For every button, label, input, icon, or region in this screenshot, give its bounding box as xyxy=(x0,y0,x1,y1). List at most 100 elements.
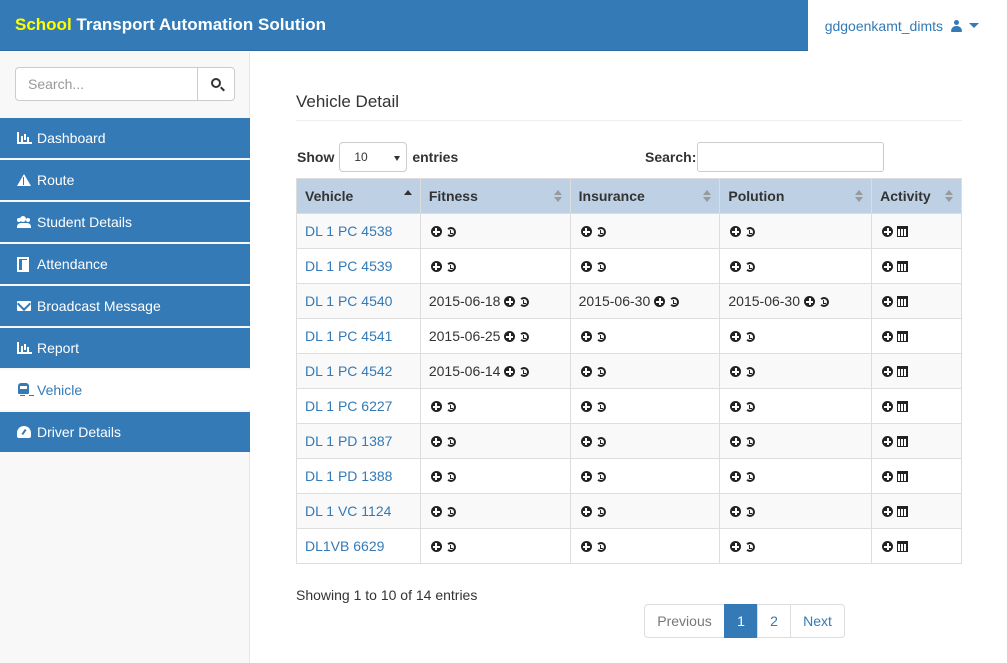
calendar-icon[interactable] xyxy=(897,506,909,517)
add-icon[interactable] xyxy=(730,331,742,342)
history-icon[interactable] xyxy=(445,472,456,482)
sidebar-item-route[interactable]: Route xyxy=(0,160,250,200)
add-icon[interactable] xyxy=(504,331,516,342)
history-icon[interactable] xyxy=(745,402,756,412)
history-icon[interactable] xyxy=(745,262,756,272)
add-icon[interactable] xyxy=(882,506,894,517)
add-icon[interactable] xyxy=(882,296,894,307)
pagination-page-1[interactable]: 1 xyxy=(724,604,758,638)
add-icon[interactable] xyxy=(580,506,592,517)
add-icon[interactable] xyxy=(730,366,742,377)
history-icon[interactable] xyxy=(595,332,606,342)
history-icon[interactable] xyxy=(519,332,530,342)
history-icon[interactable] xyxy=(595,542,606,552)
add-icon[interactable] xyxy=(882,331,894,342)
sidebar-search-button[interactable] xyxy=(197,67,235,101)
calendar-icon[interactable] xyxy=(897,261,909,272)
history-icon[interactable] xyxy=(745,507,756,517)
calendar-icon[interactable] xyxy=(897,436,909,447)
sidebar-item-attendance[interactable]: Attendance xyxy=(0,244,250,284)
add-icon[interactable] xyxy=(580,331,592,342)
vehicle-link[interactable]: DL 1 VC 1124 xyxy=(296,493,421,529)
add-icon[interactable] xyxy=(730,541,742,552)
history-icon[interactable] xyxy=(595,367,606,377)
sidebar-item-broadcast-message[interactable]: Broadcast Message xyxy=(0,286,250,326)
history-icon[interactable] xyxy=(445,507,456,517)
history-icon[interactable] xyxy=(519,367,530,377)
history-icon[interactable] xyxy=(819,297,830,307)
add-icon[interactable] xyxy=(580,401,592,412)
column-header-insurance[interactable]: Insurance xyxy=(569,178,721,214)
vehicle-link[interactable]: DL 1 PC 4542 xyxy=(296,353,421,389)
app-brand[interactable]: School Transport Automation Solution xyxy=(15,15,326,35)
sidebar-item-driver-details[interactable]: Driver Details xyxy=(0,412,250,452)
history-icon[interactable] xyxy=(445,262,456,272)
history-icon[interactable] xyxy=(745,472,756,482)
history-icon[interactable] xyxy=(519,297,530,307)
add-icon[interactable] xyxy=(654,296,666,307)
history-icon[interactable] xyxy=(445,227,456,237)
add-icon[interactable] xyxy=(430,401,442,412)
history-icon[interactable] xyxy=(745,437,756,447)
add-icon[interactable] xyxy=(430,541,442,552)
calendar-icon[interactable] xyxy=(897,541,909,552)
add-icon[interactable] xyxy=(804,296,816,307)
history-icon[interactable] xyxy=(445,542,456,552)
add-icon[interactable] xyxy=(430,261,442,272)
history-icon[interactable] xyxy=(595,507,606,517)
vehicle-link[interactable]: DL 1 PD 1387 xyxy=(296,423,421,459)
history-icon[interactable] xyxy=(595,227,606,237)
add-icon[interactable] xyxy=(882,366,894,377)
calendar-icon[interactable] xyxy=(897,401,909,412)
calendar-icon[interactable] xyxy=(897,226,909,237)
vehicle-link[interactable]: DL1VB 6629 xyxy=(296,528,421,564)
vehicle-link[interactable]: DL 1 PC 4541 xyxy=(296,318,421,354)
add-icon[interactable] xyxy=(730,261,742,272)
sidebar-item-student-details[interactable]: Student Details xyxy=(0,202,250,242)
add-icon[interactable] xyxy=(504,366,516,377)
add-icon[interactable] xyxy=(580,226,592,237)
vehicle-link[interactable]: DL 1 PD 1388 xyxy=(296,458,421,494)
vehicle-link[interactable]: DL 1 PC 4538 xyxy=(296,213,421,249)
add-icon[interactable] xyxy=(730,436,742,447)
add-icon[interactable] xyxy=(580,261,592,272)
calendar-icon[interactable] xyxy=(897,366,909,377)
history-icon[interactable] xyxy=(595,262,606,272)
add-icon[interactable] xyxy=(882,471,894,482)
history-icon[interactable] xyxy=(745,227,756,237)
sidebar-search-input[interactable] xyxy=(15,67,197,101)
pagination-page-2[interactable]: 2 xyxy=(757,604,791,638)
add-icon[interactable] xyxy=(430,436,442,447)
add-icon[interactable] xyxy=(504,296,516,307)
sidebar-item-report[interactable]: Report xyxy=(0,328,250,368)
add-icon[interactable] xyxy=(430,226,442,237)
sidebar-item-dashboard[interactable]: Dashboard xyxy=(0,118,250,158)
add-icon[interactable] xyxy=(882,541,894,552)
history-icon[interactable] xyxy=(595,402,606,412)
sidebar-item-vehicle[interactable]: Vehicle xyxy=(0,370,250,410)
add-icon[interactable] xyxy=(882,436,894,447)
history-icon[interactable] xyxy=(745,367,756,377)
entries-select[interactable]: 10 xyxy=(339,142,408,172)
add-icon[interactable] xyxy=(730,471,742,482)
user-menu[interactable]: gdgoenkamt_dimts xyxy=(808,0,1007,51)
add-icon[interactable] xyxy=(882,401,894,412)
vehicle-link[interactable]: DL 1 PC 4539 xyxy=(296,248,421,284)
history-icon[interactable] xyxy=(595,437,606,447)
add-icon[interactable] xyxy=(730,401,742,412)
add-icon[interactable] xyxy=(430,471,442,482)
add-icon[interactable] xyxy=(580,366,592,377)
history-icon[interactable] xyxy=(445,402,456,412)
pagination-next[interactable]: Next xyxy=(790,604,845,638)
column-header-vehicle[interactable]: Vehicle xyxy=(296,178,421,214)
table-search-input[interactable] xyxy=(697,142,885,172)
history-icon[interactable] xyxy=(745,542,756,552)
history-icon[interactable] xyxy=(745,332,756,342)
history-icon[interactable] xyxy=(669,297,680,307)
history-icon[interactable] xyxy=(445,437,456,447)
calendar-icon[interactable] xyxy=(897,331,909,342)
vehicle-link[interactable]: DL 1 PC 4540 xyxy=(296,283,421,319)
add-icon[interactable] xyxy=(730,506,742,517)
column-header-fitness[interactable]: Fitness xyxy=(419,178,571,214)
add-icon[interactable] xyxy=(580,436,592,447)
